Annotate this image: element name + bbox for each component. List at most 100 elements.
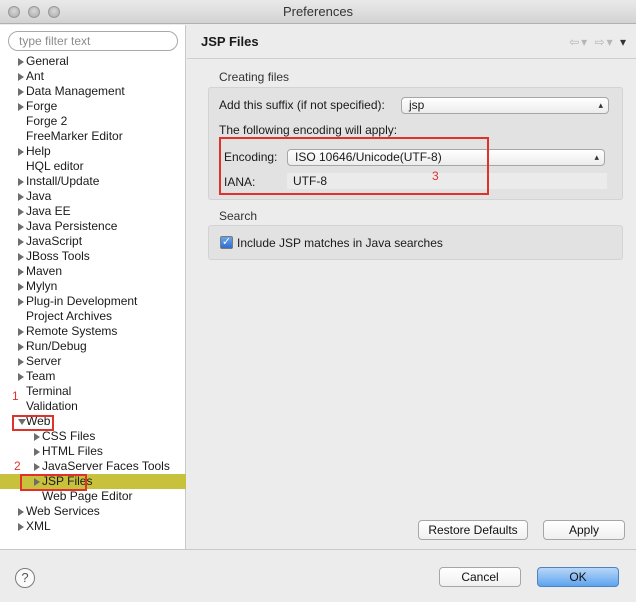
tree-item-label: Project Archives: [26, 309, 113, 323]
updown-arrow-icon: ▴: [598, 100, 603, 110]
collapsed-triangle-icon[interactable]: [34, 433, 40, 441]
collapsed-triangle-icon[interactable]: [18, 283, 24, 291]
tree-item-label: JBoss Tools: [26, 249, 90, 263]
collapsed-triangle-icon[interactable]: [18, 373, 24, 381]
preference-tree-panel: GeneralAntData ManagementForgeForge 2Fre…: [0, 25, 186, 549]
collapsed-triangle-icon[interactable]: [18, 178, 24, 186]
tree-item[interactable]: Plug-in Development: [0, 294, 186, 309]
tree-item-label: JavaServer Faces Tools: [42, 459, 170, 473]
page-navigation[interactable]: ⇦▾ ⇨▾ ▾: [569, 35, 628, 49]
collapsed-triangle-icon[interactable]: [18, 328, 24, 336]
minimize-window-button[interactable]: [28, 6, 40, 18]
collapsed-triangle-icon[interactable]: [34, 448, 40, 456]
collapsed-triangle-icon[interactable]: [18, 268, 24, 276]
tree-item[interactable]: Server: [0, 354, 186, 369]
include-jsp-checkbox[interactable]: ✓: [220, 236, 233, 249]
tree-item[interactable]: Java Persistence: [0, 219, 186, 234]
suffix-value: jsp: [409, 98, 425, 112]
collapsed-triangle-icon[interactable]: [18, 523, 24, 531]
tree-item[interactable]: Java EE: [0, 204, 186, 219]
collapsed-triangle-icon[interactable]: [18, 358, 24, 366]
collapsed-triangle-icon[interactable]: [18, 343, 24, 351]
view-menu-icon[interactable]: ▾: [620, 35, 628, 49]
tree-item[interactable]: Forge: [0, 99, 186, 114]
tree-item[interactable]: Forge 2: [0, 114, 186, 129]
creating-files-label: Creating files: [219, 70, 290, 84]
back-arrow-icon[interactable]: ⇦▾: [569, 35, 589, 49]
collapsed-triangle-icon[interactable]: [18, 223, 24, 231]
tree-item[interactable]: Maven: [0, 264, 186, 279]
suffix-label: Add this suffix (if not specified):: [219, 98, 385, 112]
tree-item[interactable]: Java: [0, 189, 186, 204]
tree-item-label: JavaScript: [26, 234, 83, 248]
tree-item-label: Java EE: [26, 204, 71, 218]
annotation-box-web: [12, 415, 54, 431]
forward-arrow-icon[interactable]: ⇨▾: [595, 35, 615, 49]
encoding-note: The following encoding will apply:: [219, 123, 398, 137]
tree-item[interactable]: JBoss Tools: [0, 249, 186, 264]
tree-item[interactable]: JavaScript: [0, 234, 186, 249]
tree-item-label: Maven: [26, 264, 63, 278]
suffix-select[interactable]: jsp ▴: [401, 97, 609, 114]
collapsed-triangle-icon[interactable]: [34, 463, 40, 471]
preference-page: JSP Files ⇦▾ ⇨▾ ▾ Creating files Add thi…: [187, 25, 636, 549]
tree-item[interactable]: Team: [0, 369, 186, 384]
cancel-button[interactable]: Cancel: [439, 567, 521, 587]
window-titlebar: Preferences: [0, 0, 636, 24]
tree-item[interactable]: Mylyn: [0, 279, 186, 294]
tree-item-label: XML: [26, 519, 51, 533]
filter-input[interactable]: [8, 31, 178, 51]
tree-item[interactable]: General: [0, 54, 186, 69]
tree-item[interactable]: Ant: [0, 69, 186, 84]
collapsed-triangle-icon[interactable]: [18, 103, 24, 111]
tree-item[interactable]: Terminal: [0, 384, 186, 399]
tree-item[interactable]: Install/Update: [0, 174, 186, 189]
collapsed-triangle-icon[interactable]: [18, 253, 24, 261]
restore-defaults-button[interactable]: Restore Defaults: [418, 520, 528, 540]
help-icon[interactable]: ?: [15, 568, 35, 588]
apply-button[interactable]: Apply: [543, 520, 625, 540]
collapsed-triangle-icon[interactable]: [18, 508, 24, 516]
tree-item[interactable]: Run/Debug: [0, 339, 186, 354]
tree-item[interactable]: Remote Systems: [0, 324, 186, 339]
collapsed-triangle-icon[interactable]: [18, 208, 24, 216]
zoom-window-button[interactable]: [48, 6, 60, 18]
tree-item-label: Mylyn: [26, 279, 58, 293]
annotation-number-1: 1: [12, 389, 19, 403]
tree-item[interactable]: HTML Files: [0, 444, 186, 459]
collapsed-triangle-icon[interactable]: [18, 73, 24, 81]
collapsed-triangle-icon[interactable]: [18, 238, 24, 246]
tree-item[interactable]: Web Page Editor: [0, 489, 186, 504]
tree-item[interactable]: Help: [0, 144, 186, 159]
collapsed-triangle-icon[interactable]: [18, 193, 24, 201]
collapsed-triangle-icon[interactable]: [18, 148, 24, 156]
tree-item-label: Validation: [26, 399, 78, 413]
collapsed-triangle-icon[interactable]: [18, 298, 24, 306]
tree-item-label: General: [26, 54, 69, 68]
tree-item[interactable]: HQL editor: [0, 159, 186, 174]
window-title: Preferences: [282, 4, 354, 19]
tree-item-label: Web Page Editor: [42, 489, 133, 503]
tree-item-label: Help: [26, 144, 51, 158]
annotation-number-2: 2: [14, 459, 21, 473]
close-window-button[interactable]: [8, 6, 20, 18]
tree-item[interactable]: CSS Files: [0, 429, 186, 444]
collapsed-triangle-icon[interactable]: [18, 58, 24, 66]
tree-item[interactable]: XML: [0, 519, 186, 534]
updown-arrow-icon: ▴: [594, 152, 599, 162]
tree-item-label: Terminal: [26, 384, 72, 398]
tree-item-label: Java Persistence: [26, 219, 118, 233]
tree-item[interactable]: Validation: [0, 399, 186, 414]
tree-item-label: Run/Debug: [26, 339, 87, 353]
tree-item[interactable]: Web Services: [0, 504, 186, 519]
tree-item[interactable]: JavaServer Faces Tools: [0, 459, 186, 474]
collapsed-triangle-icon[interactable]: [18, 88, 24, 96]
tree-item[interactable]: Project Archives: [0, 309, 186, 324]
page-title: JSP Files: [201, 34, 259, 49]
tree-item-label: Install/Update: [26, 174, 100, 188]
ok-button[interactable]: OK: [537, 567, 619, 587]
preference-tree: General Ant Data Management Forge Forge 2 Fre…: [0, 54, 186, 534]
tree-item-label: Remote Systems: [26, 324, 118, 338]
tree-item[interactable]: FreeMarker Editor: [0, 129, 186, 144]
tree-item[interactable]: Data Management: [0, 84, 186, 99]
